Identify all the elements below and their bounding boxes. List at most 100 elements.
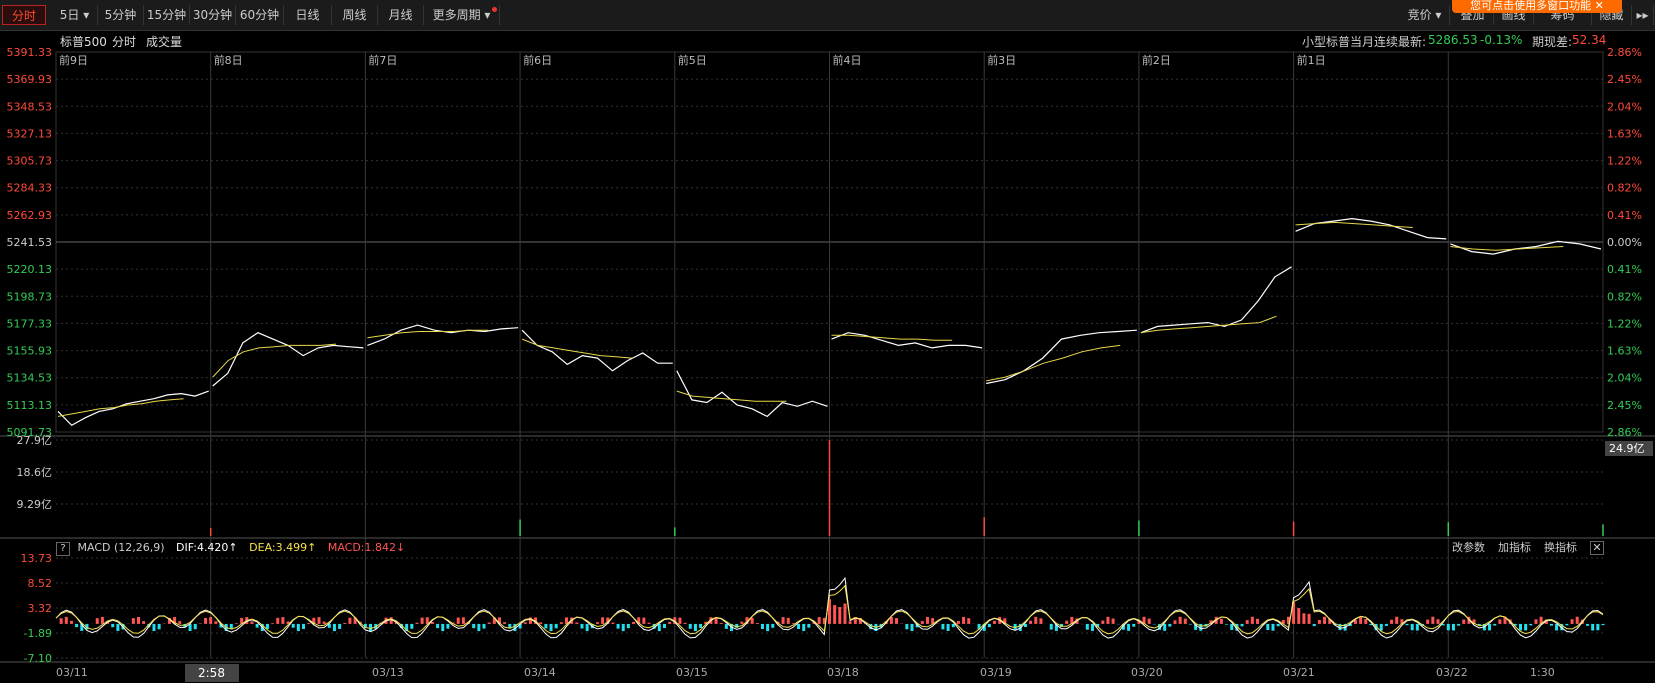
cursor-time-label: 2:58: [198, 666, 225, 680]
pct-tick-label: 2.45%: [1607, 73, 1642, 86]
day-label: 前8日: [214, 53, 243, 67]
price-tick-label: 5220.13: [7, 263, 53, 276]
volume-tick-label: 18.6亿: [17, 466, 53, 479]
price-line: [1295, 217, 1447, 240]
date-label: 03/22: [1436, 666, 1468, 679]
mode-label: 分时: [112, 35, 137, 49]
basis-value: 52.34: [1572, 33, 1607, 47]
pct-tick-label: 1.22%: [1607, 317, 1642, 330]
avg-price-line: [676, 390, 787, 402]
avg-price-line: [57, 398, 184, 417]
volume-label: 成交量: [146, 35, 183, 49]
date-label: 03/11: [56, 666, 88, 679]
price-line: [986, 329, 1137, 385]
multi-window-notice[interactable]: 您可点击使用多窗口功能 ✕: [1452, 0, 1622, 13]
tab-60min[interactable]: 60分钟: [236, 5, 284, 25]
macd-dif-line: [55, 576, 1604, 639]
date-label: 03/18: [827, 666, 859, 679]
price-tick-label: 5284.33: [7, 182, 53, 195]
close-icon[interactable]: ✕: [1590, 541, 1604, 555]
price-tick-label: 5348.53: [7, 100, 53, 113]
date-label: 03/13: [372, 666, 404, 679]
intraday-chart[interactable]: 5391.33 2.86%5369.93 2.45%5348.53 2.04%5327…: [0, 0, 1655, 683]
price-tick-label: 5305.73: [7, 155, 53, 168]
auction-button[interactable]: 竞价 ▾: [1400, 5, 1450, 25]
macd-dea: DEA:3.499↑: [249, 541, 317, 554]
tab-5min[interactable]: 5分钟: [98, 5, 144, 25]
price-line: [57, 390, 209, 427]
volume-tick-label: 9.29亿: [17, 498, 53, 511]
pct-tick-label: 1.63%: [1607, 127, 1642, 140]
price-tick-label: 5262.93: [7, 209, 53, 222]
price-line: [367, 324, 519, 346]
pct-tick-label: 0.00%: [1607, 236, 1642, 249]
tab-intraday[interactable]: 分时: [2, 5, 46, 25]
macd-tick-label: 13.73: [21, 552, 53, 565]
avg-price-line: [831, 334, 953, 341]
day-label: 前2日: [1142, 53, 1171, 67]
macd-tick-label: 8.52: [28, 577, 53, 590]
date-label: 03/21: [1283, 666, 1315, 679]
avg-price-line: [212, 343, 337, 378]
latest-label: 小型标普当月连续最新:: [1302, 35, 1427, 49]
change-params-button[interactable]: 改参数: [1452, 540, 1485, 556]
pct-tick-label: 2.86%: [1607, 426, 1642, 439]
avg-price-line: [521, 338, 632, 359]
price-tick-label: 5327.13: [7, 127, 53, 140]
date-label: 03/15: [676, 666, 708, 679]
price-line: [676, 370, 828, 418]
pct-tick-label: 0.82%: [1607, 182, 1642, 195]
avg-price-line: [1295, 221, 1413, 228]
price-tick-label: 5155.93: [7, 345, 53, 358]
day-label: 前6日: [523, 53, 552, 67]
macd-dif: DIF:4.420↑: [176, 541, 238, 554]
price-tick-label: 5241.53: [7, 236, 53, 249]
volume-current-box: [1605, 441, 1653, 456]
macd-tick-label: 3.32: [28, 602, 53, 615]
tab-30min[interactable]: 30分钟: [190, 5, 236, 25]
macd-tick-label: -7.10: [24, 652, 52, 665]
price-line: [521, 329, 673, 372]
macd-legend: ? MACD (12,26,9) DIF:4.420↑ DEA:3.499↑ M…: [56, 540, 1606, 556]
macd-title: MACD (12,26,9): [77, 541, 165, 554]
tab-monthly[interactable]: 月线: [378, 5, 424, 25]
pct-tick-label: 0.41%: [1607, 209, 1642, 222]
avg-price-line: [1140, 315, 1277, 334]
price-tick-label: 5369.93: [7, 73, 53, 86]
cursor-time-box: [185, 664, 239, 682]
tab-more-periods-label: 更多周期 ▾: [432, 8, 491, 22]
latest-change: -0.13%: [1480, 33, 1523, 47]
price-tick-label: 5113.13: [7, 399, 53, 412]
day-label: 前1日: [1297, 53, 1326, 67]
tab-more-periods[interactable]: 更多周期 ▾: [424, 5, 500, 25]
tab-15min[interactable]: 15分钟: [144, 5, 190, 25]
price-panel-frame: [55, 51, 1604, 433]
pct-tick-label: 0.41%: [1607, 263, 1642, 276]
day-label: 前4日: [833, 53, 862, 67]
macd-value: MACD:1.842↓: [327, 541, 406, 554]
pct-tick-label: 2.45%: [1607, 399, 1642, 412]
day-label: 前7日: [368, 53, 397, 67]
price-line: [1450, 240, 1602, 255]
pct-tick-label: 2.04%: [1607, 372, 1642, 385]
price-tick-label: 5177.33: [7, 317, 53, 330]
pct-tick-label: 2.04%: [1607, 100, 1642, 113]
latest-value: 5286.53: [1428, 33, 1478, 47]
pct-tick-label: 1.63%: [1607, 345, 1642, 358]
date-label: 03/20: [1131, 666, 1163, 679]
switch-indicator-button[interactable]: 换指标: [1544, 540, 1577, 556]
day-label: 前3日: [987, 53, 1016, 67]
tab-weekly[interactable]: 周线: [332, 5, 378, 25]
day-label: 前9日: [59, 53, 88, 67]
help-icon[interactable]: ?: [56, 542, 70, 556]
expand-icon[interactable]: ▸▸: [1632, 5, 1654, 25]
basis-label: 期现差:: [1532, 35, 1573, 49]
pct-tick-label: 0.82%: [1607, 290, 1642, 303]
symbol-name: 标普500: [60, 35, 107, 49]
day-label: 前5日: [678, 53, 707, 67]
avg-price-line: [986, 344, 1121, 382]
add-indicator-button[interactable]: 加指标: [1498, 540, 1531, 556]
tab-5day[interactable]: 5日 ▾: [52, 5, 98, 25]
price-tick-label: 5091.73: [7, 426, 53, 439]
tab-daily[interactable]: 日线: [284, 5, 332, 25]
